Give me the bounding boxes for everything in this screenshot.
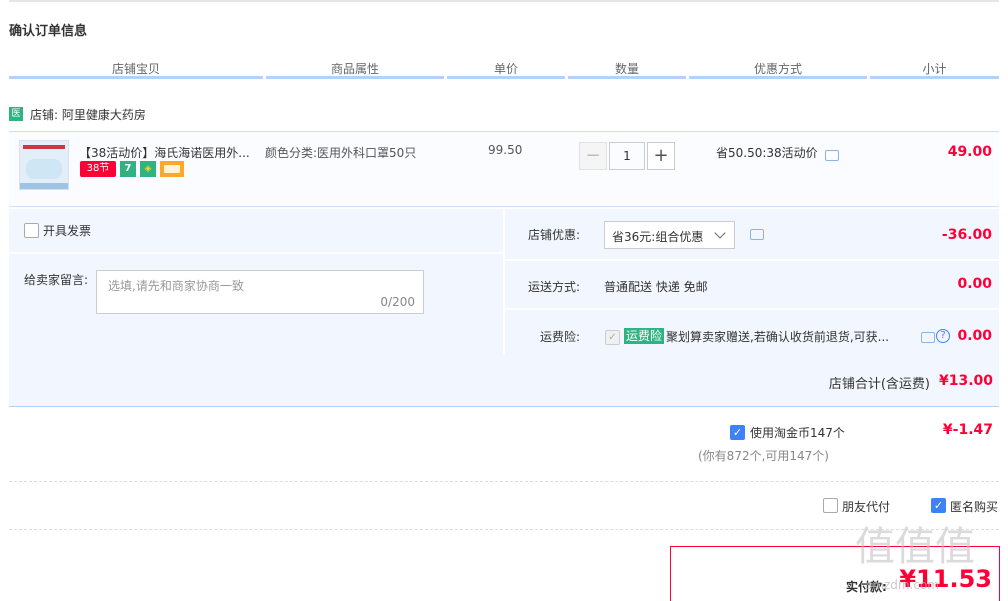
- product-attribute: 颜色分类:医用外科口罩50只: [265, 146, 417, 160]
- shop-label-prefix: 店铺:: [30, 108, 59, 122]
- shop-discount-label: 店铺优惠:: [528, 228, 581, 242]
- page-title: 确认订单信息: [9, 24, 88, 39]
- column-header-unit-price: 单价: [493, 62, 518, 76]
- anonymous-checkbox[interactable]: ✓: [931, 498, 946, 513]
- quantity-increase-button[interactable]: +: [647, 142, 675, 170]
- insurance-checkbox: ✓: [605, 330, 620, 345]
- friend-pay-checkbox[interactable]: [823, 498, 838, 513]
- header-underline: [447, 76, 565, 79]
- guarantee-shield-icon: ◈: [140, 161, 156, 177]
- shop-label: 店铺: 阿里健康大药房: [30, 106, 146, 123]
- message-textarea[interactable]: 选填,请先和商家协商一致 0/200: [96, 270, 424, 314]
- coins-note: (你有872个,可用147个): [698, 449, 829, 463]
- section-divider: [9, 481, 999, 482]
- quantity-decrease-button[interactable]: −: [579, 142, 607, 170]
- message-char-counter: 0/200: [380, 295, 415, 309]
- message-placeholder: 选填,请先和商家协商一致: [108, 279, 244, 293]
- panel-divider: [505, 259, 999, 261]
- invoice-label: 开具发票: [43, 224, 92, 238]
- shop-total-amount: ¥13.00: [938, 373, 993, 389]
- friend-pay-label: 朋友代付: [842, 500, 891, 514]
- product-thumbnail[interactable]: [19, 140, 69, 190]
- item-subtotal: 49.00: [947, 144, 992, 160]
- invoice-checkbox[interactable]: [24, 223, 39, 238]
- use-coins-checkbox[interactable]: ✓: [730, 425, 745, 440]
- shop-discount-amount: -36.00: [941, 227, 992, 243]
- item-discount-text: 省50.50:38活动价: [716, 146, 818, 160]
- header-underline: [9, 76, 263, 79]
- insurance-tag: 运费险: [624, 328, 665, 344]
- column-header-attributes: 商品属性: [330, 62, 379, 76]
- shipping-label: 运送方式:: [528, 280, 581, 294]
- header-underline: [266, 76, 444, 79]
- site-watermark: 值值值: [855, 524, 975, 570]
- seven-day-return-icon: 7: [120, 161, 136, 177]
- insurance-label: 运费险:: [540, 330, 581, 344]
- site-watermark-url: smzdm.com: [866, 578, 939, 592]
- coins-amount: ¥-1.47: [942, 422, 993, 438]
- shop-name-link[interactable]: 阿里健康大药房: [62, 108, 146, 122]
- product-title-link[interactable]: 【38活动价】海氏海诺医用外...: [79, 144, 254, 161]
- panel-divider: [505, 308, 999, 310]
- unit-price: 99.50: [488, 143, 523, 157]
- header-underline: [689, 76, 867, 79]
- comment-icon[interactable]: [825, 150, 839, 161]
- credit-card-icon: [160, 161, 184, 177]
- top-divider: [9, 0, 999, 2]
- chevron-down-icon: [714, 227, 726, 239]
- column-header-discount: 优惠方式: [753, 62, 802, 76]
- header-underline: [870, 76, 999, 79]
- shop-discount-select[interactable]: 省36元:组合优惠: [604, 221, 735, 249]
- insurance-amount: 0.00: [957, 328, 992, 344]
- anonymous-label: 匿名购买: [950, 500, 999, 514]
- shipping-method: 普通配送 快递 免邮: [604, 280, 708, 294]
- header-underline: [568, 76, 686, 79]
- section-divider: [9, 529, 999, 530]
- use-coins-label: 使用淘金币147个: [750, 426, 845, 440]
- message-label: 给卖家留言:: [24, 273, 89, 287]
- shop-medical-icon: 医: [9, 107, 23, 121]
- shipping-amount: 0.00: [957, 276, 992, 292]
- column-header-quantity: 数量: [614, 62, 639, 76]
- comment-icon[interactable]: [750, 229, 764, 240]
- badge-38-festival: 38节: [80, 161, 116, 177]
- panel-vertical-divider: [503, 209, 505, 355]
- panel-divider: [9, 252, 503, 254]
- column-header-items: 店铺宝贝: [111, 62, 160, 76]
- quantity-input[interactable]: 1: [609, 142, 645, 170]
- shop-discount-selected: 省36元:组合优惠: [612, 230, 704, 244]
- column-header-subtotal: 小计: [922, 62, 947, 76]
